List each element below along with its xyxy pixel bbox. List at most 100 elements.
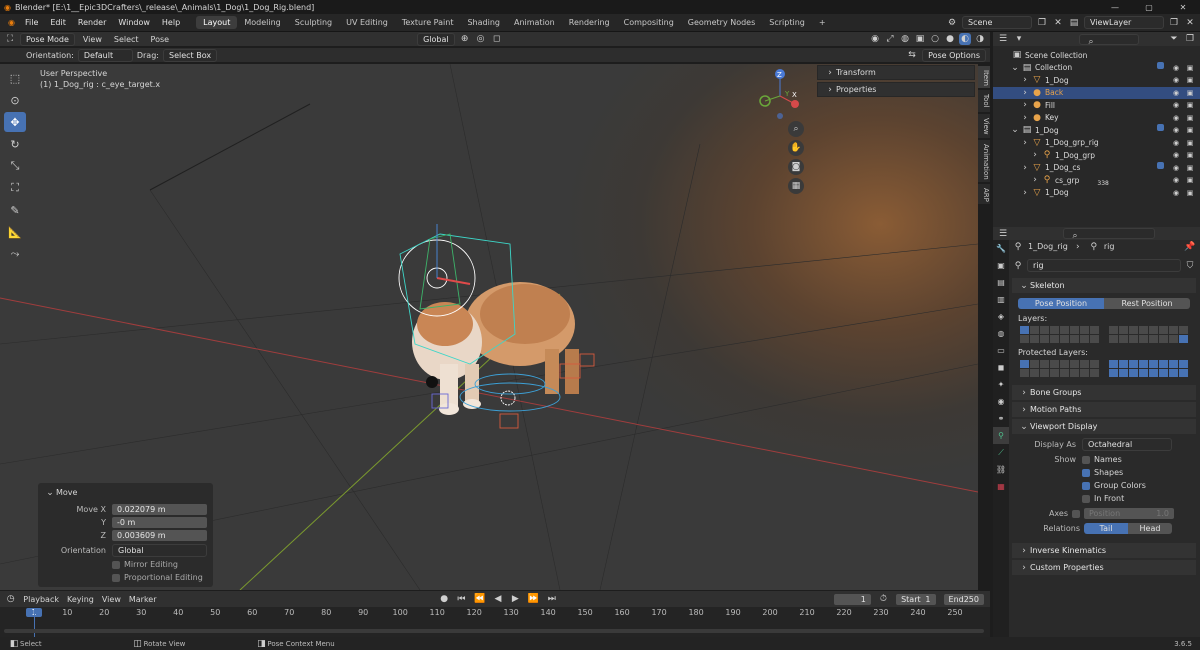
collection-tab-icon[interactable]: ▭ (993, 342, 1009, 359)
tab-sculpting[interactable]: Sculpting (288, 16, 339, 29)
wireframe-shading-icon[interactable]: ○ (929, 33, 941, 45)
expand-arrow-icon[interactable]: › (1019, 162, 1031, 174)
tab-uv-editing[interactable]: UV Editing (339, 16, 395, 29)
minimize-button[interactable]: — (1098, 3, 1132, 12)
menu-keying[interactable]: Keying (67, 595, 94, 604)
bone-constraint-tab-icon[interactable]: ⛓ (993, 461, 1009, 478)
display-mode-icon[interactable]: ▾ (1013, 33, 1025, 45)
editor-type-icon[interactable]: ⛶ (4, 33, 16, 45)
menu-render[interactable]: Render (72, 18, 112, 27)
gizmo-icon[interactable]: ⤢ (884, 33, 896, 45)
outliner-row[interactable]: › ● Key ◉ ▣ (993, 112, 1200, 125)
drag-selector[interactable]: Select Box (162, 48, 218, 62)
eye-icon[interactable]: ◉ (1170, 62, 1182, 74)
axes-position-field[interactable]: Position 1.0 (1084, 508, 1174, 519)
eye-icon[interactable]: ◉ (1170, 149, 1182, 161)
tab-view[interactable]: View (978, 114, 990, 138)
render-camera-icon[interactable]: ▣ (1184, 137, 1196, 149)
texture-tab-icon[interactable]: ▦ (993, 478, 1009, 495)
expand-arrow-icon[interactable]: › (1019, 99, 1031, 111)
view-layer-selector[interactable]: ViewLayer (1084, 16, 1164, 29)
render-camera-icon[interactable]: ▣ (1184, 74, 1196, 86)
eye-icon[interactable]: ◉ (1170, 137, 1182, 149)
outliner-row[interactable]: › ▽ 1_Dog ◉ ▣ (993, 187, 1200, 200)
outliner-row[interactable]: › ⚲ cs_grp 338 ◉ ▣ (993, 174, 1200, 187)
prev-keyframe-icon[interactable]: ⏪ (474, 593, 485, 605)
orientation-selector[interactable]: Default (77, 48, 133, 62)
snap-icon[interactable]: ◎ (475, 33, 487, 45)
layer-grid-right[interactable] (1109, 326, 1188, 343)
chevron-down-icon[interactable]: ⌄ (44, 487, 56, 499)
expand-arrow-icon[interactable]: ⌄ (1009, 62, 1021, 74)
menu-playback[interactable]: Playback (23, 595, 59, 604)
menu-select[interactable]: Select (110, 35, 143, 44)
delete-scene-icon[interactable]: ✕ (1052, 17, 1064, 29)
camera-icon[interactable]: ◙ (788, 159, 804, 175)
menu-file[interactable]: File (19, 18, 44, 27)
tab-layout[interactable]: Layout (196, 16, 238, 29)
exclude-checkbox[interactable] (1157, 124, 1164, 132)
relations-head-button[interactable]: Head (1128, 523, 1172, 534)
move-tool-icon[interactable]: ✥ (4, 112, 26, 132)
outliner-row[interactable]: › ● Back ◉ ▣ (993, 86, 1200, 99)
annotate-tool-icon[interactable]: ✎ (4, 200, 26, 220)
new-scene-icon[interactable]: ❐ (1036, 17, 1048, 29)
move-z-field[interactable]: 0.003609 m (112, 530, 207, 541)
tab-modeling[interactable]: Modeling (237, 16, 287, 29)
transform-panel[interactable]: › Transform (817, 65, 975, 80)
xmirror-icon[interactable]: ⇆ (906, 49, 918, 61)
tab-animation[interactable]: Animation (507, 16, 562, 29)
expand-arrow-icon[interactable]: › (1029, 149, 1041, 161)
tab-compositing[interactable]: Compositing (617, 16, 681, 29)
eye-icon[interactable]: ◉ (1170, 87, 1182, 99)
eye-icon[interactable]: ◉ (1170, 124, 1182, 136)
armature-data-tab-icon[interactable]: ⚲ (993, 427, 1009, 444)
axes-checkbox[interactable] (1072, 509, 1080, 518)
shapes-checkbox[interactable] (1082, 468, 1090, 477)
eye-icon[interactable]: ◉ (1170, 74, 1182, 86)
record-icon[interactable]: ● (440, 593, 449, 605)
proportional-editing-checkbox[interactable] (112, 573, 120, 582)
expand-arrow-icon[interactable]: › (1019, 87, 1031, 99)
menu-pose[interactable]: Pose (147, 35, 174, 44)
maximize-button[interactable]: ▢ (1132, 3, 1166, 12)
expand-arrow-icon[interactable] (999, 49, 1011, 61)
armature-datablock-icon[interactable]: ⚲ (1012, 260, 1024, 272)
visibility-icon[interactable]: ◉ (869, 33, 881, 45)
transform-orientation-selector[interactable]: Global (417, 32, 455, 46)
armature-name-field[interactable]: rig (1027, 259, 1181, 272)
rest-position-button[interactable]: Rest Position (1104, 298, 1190, 309)
outliner-row[interactable]: › ▽ 1_Dog_grp_rig ◉ ▣ (993, 137, 1200, 150)
add-workspace-button[interactable]: + (812, 16, 833, 29)
bone-layers[interactable] (1012, 323, 1196, 346)
overlay-icon[interactable]: ◍ (899, 33, 911, 45)
tab-shading[interactable]: Shading (460, 16, 507, 29)
menu-marker[interactable]: Marker (129, 595, 157, 604)
tab-animation-panel[interactable]: Animation (978, 140, 990, 182)
motion-paths-section[interactable]: › Motion Paths (1012, 402, 1196, 417)
scene-selector[interactable]: Scene (962, 16, 1032, 29)
expand-arrow-icon[interactable]: ⌄ (1009, 124, 1021, 136)
tab-texture-paint[interactable]: Texture Paint (395, 16, 461, 29)
properties-panel[interactable]: › Properties (817, 82, 975, 97)
render-camera-icon[interactable]: ▣ (1184, 112, 1196, 124)
scene-tab-icon[interactable]: ◈ (993, 308, 1009, 325)
outliner-search-input[interactable]: ⌕ (1079, 33, 1139, 47)
pin-icon[interactable]: 📌 (1184, 241, 1196, 253)
frame-ruler[interactable]: 1102030405060708090100110120130140150160… (0, 608, 990, 620)
render-camera-icon[interactable]: ▣ (1184, 187, 1196, 199)
render-camera-icon[interactable]: ▣ (1184, 87, 1196, 99)
outliner-row[interactable]: › ● Fill ◉ ▣ (993, 99, 1200, 112)
outliner-row[interactable]: ▣ Scene Collection (993, 49, 1200, 62)
outliner-editor-icon[interactable]: ☰ (997, 33, 1009, 45)
render-camera-icon[interactable]: ▣ (1184, 62, 1196, 74)
dog-model[interactable] (412, 282, 579, 415)
proportional-icon[interactable]: ◻ (491, 33, 503, 45)
modifier-tab-icon[interactable]: ✦ (993, 376, 1009, 393)
eye-icon[interactable]: ◉ (1170, 162, 1182, 174)
mode-selector[interactable]: Pose Mode (20, 32, 75, 46)
pose-options-button[interactable]: Pose Options (922, 48, 986, 62)
material-shading-icon[interactable]: ◐ (959, 33, 971, 45)
eye-icon[interactable]: ◉ (1170, 99, 1182, 111)
constraints-tab-icon[interactable]: ⚭ (993, 410, 1009, 427)
